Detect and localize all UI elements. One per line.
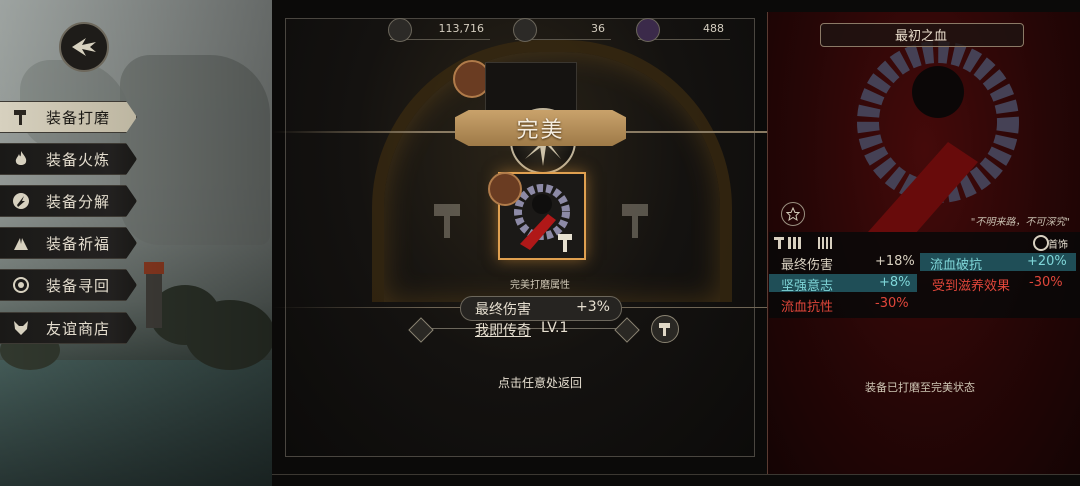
menu-item-pray[interactable]: 装备祈福 bbox=[0, 227, 137, 259]
stat-value: +3% bbox=[576, 299, 610, 315]
back-button[interactable] bbox=[59, 22, 109, 72]
stat-name: 最终伤害 bbox=[475, 302, 531, 318]
currency-ore-value: 36 bbox=[591, 22, 605, 35]
star-icon bbox=[786, 207, 800, 221]
flavor-text: "不明来路，不可深究" bbox=[970, 217, 1070, 228]
ring-icon bbox=[1033, 235, 1049, 251]
back-arrow-icon bbox=[72, 38, 96, 56]
slot-type-icons bbox=[774, 235, 834, 254]
menu-item-forge[interactable]: 装备火炼 bbox=[0, 143, 137, 175]
result-title-banner: 完美 bbox=[455, 110, 626, 146]
item-type-label: 首饰 bbox=[1048, 240, 1068, 251]
fox-icon bbox=[10, 317, 32, 339]
menu-item-label: 装备寻回 bbox=[46, 276, 111, 295]
stat-value: +18% bbox=[875, 254, 915, 269]
currency-crystal-value: 488 bbox=[703, 22, 724, 35]
bottom-divider bbox=[272, 474, 1080, 475]
flame-icon bbox=[10, 148, 32, 170]
stat-value: -30% bbox=[1029, 275, 1063, 290]
crystal-icon bbox=[636, 18, 660, 42]
result-title: 完美 bbox=[516, 118, 565, 143]
stat-value: +8% bbox=[879, 275, 911, 290]
disassemble-icon bbox=[10, 190, 32, 212]
menu-item-shop[interactable]: 友谊商店 bbox=[0, 312, 137, 344]
stat-value: +20% bbox=[1027, 254, 1067, 269]
hammer-icon bbox=[659, 323, 670, 336]
return-hint[interactable]: 点击任意处返回 bbox=[440, 374, 640, 391]
retrieve-icon bbox=[10, 274, 32, 296]
stat-name: 流血抗性 bbox=[781, 300, 834, 315]
menu-item-label: 装备打磨 bbox=[46, 108, 111, 127]
item-name: 最初之血 bbox=[894, 29, 947, 44]
legend-skill-link[interactable]: 我即传奇 bbox=[475, 320, 531, 340]
monster-badge-icon bbox=[488, 172, 522, 206]
currency-gears-value: 113,716 bbox=[438, 22, 485, 35]
hammer-watermark-icon bbox=[612, 200, 652, 244]
stat-name: 坚强意志 bbox=[781, 279, 834, 294]
menu-item-label: 装备祈福 bbox=[46, 234, 111, 253]
currency-bar: 113,716 36 488 bbox=[388, 18, 745, 43]
currency-ore: 36 bbox=[513, 18, 611, 42]
menu-item-label: 友谊商店 bbox=[46, 319, 111, 338]
hammer-watermark-icon bbox=[430, 200, 470, 244]
polish-status: 装备已打磨至完美状态 bbox=[865, 381, 975, 394]
polish-hammer-button[interactable] bbox=[651, 315, 679, 343]
stat-name: 受到滋养效果 bbox=[932, 279, 1011, 294]
menu-item-label: 装备火炼 bbox=[46, 150, 111, 169]
currency-gears: 113,716 bbox=[388, 18, 490, 42]
stat-value: -30% bbox=[875, 296, 909, 311]
stat-name: 最终伤害 bbox=[781, 258, 834, 273]
right-ornament-icon bbox=[614, 317, 640, 343]
menu-item-disassemble[interactable]: 装备分解 bbox=[0, 185, 137, 217]
menu-item-polish[interactable]: 装备打磨 bbox=[0, 101, 137, 133]
gear-icon bbox=[388, 18, 412, 42]
pray-icon bbox=[10, 232, 32, 254]
menu-item-label: 装备分解 bbox=[46, 192, 111, 211]
hammer-icon bbox=[10, 106, 32, 128]
perfect-attr-title: 完美打磨属性 bbox=[510, 280, 570, 291]
stat-name: 流血破抗 bbox=[930, 258, 983, 273]
ore-icon bbox=[513, 18, 537, 42]
left-ornament-icon bbox=[408, 317, 434, 343]
menu-item-retrieve[interactable]: 装备寻回 bbox=[0, 269, 137, 301]
favorite-star-button[interactable] bbox=[781, 202, 805, 226]
currency-crystal: 488 bbox=[636, 18, 730, 42]
legend-skill-level: LV.1 bbox=[541, 320, 569, 336]
